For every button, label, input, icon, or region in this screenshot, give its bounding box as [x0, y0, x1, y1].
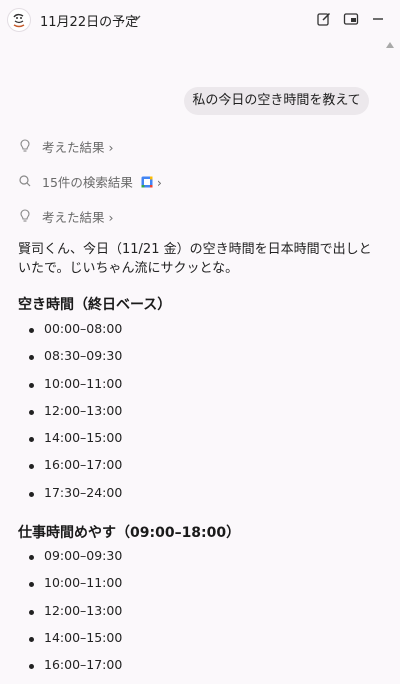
avatar[interactable]	[7, 8, 31, 32]
chevron-down-icon[interactable]	[130, 12, 142, 24]
free-time-list: 00:00–08:00 08:30–09:30 10:00–11:00 12:0…	[0, 321, 400, 512]
lightbulb-icon	[20, 209, 30, 222]
list-item: 16:00–17:00	[0, 457, 400, 484]
picture-in-picture-icon[interactable]	[343, 11, 359, 27]
section-heading: 空き時間（終日ベース）	[18, 297, 172, 313]
user-message-bubble: 私の今日の空き時間を教えて	[184, 87, 369, 115]
step-label: 15件の検索結果	[42, 175, 133, 190]
google-calendar-icon	[141, 176, 153, 188]
chevron-right-icon: ›	[156, 175, 162, 190]
scroll-up-arrow[interactable]	[386, 42, 394, 48]
response-intro: 賢司くん、今日（11/21 金）の空き時間を日本時間で出しといたで。じいちゃん流…	[18, 242, 372, 276]
work-hours-list: 09:00–09:30 10:00–11:00 12:00–13:00 14:0…	[0, 548, 400, 684]
list-item: 00:00–08:00	[0, 321, 400, 348]
list-item: 08:30–09:30	[0, 348, 400, 375]
chevron-right-icon: ›	[108, 140, 114, 155]
list-item: 16:00–17:00	[0, 657, 400, 684]
list-item: 14:00–15:00	[0, 430, 400, 457]
step-label: 考えた結果	[42, 140, 105, 155]
chevron-right-icon: ›	[108, 210, 114, 225]
list-item: 09:00–09:30	[0, 548, 400, 575]
list-item: 14:00–15:00	[0, 630, 400, 657]
header-bar: 11月22日の予定	[0, 0, 400, 40]
list-item: 17:30–24:00	[0, 485, 400, 512]
conversation-title[interactable]: 11月22日の予定	[40, 11, 138, 30]
mascot-icon	[13, 13, 25, 28]
list-item: 10:00–11:00	[0, 575, 400, 602]
list-item: 10:00–11:00	[0, 376, 400, 403]
search-icon	[19, 175, 31, 187]
step-label: 考えた結果	[42, 210, 105, 225]
lightbulb-icon	[20, 139, 30, 152]
section-heading: 仕事時間めやす（09:00–18:00）	[18, 525, 241, 541]
list-item: 12:00–13:00	[0, 603, 400, 630]
list-item: 12:00–13:00	[0, 403, 400, 430]
minimize-icon[interactable]	[370, 11, 386, 27]
edit-icon[interactable]	[316, 11, 332, 27]
